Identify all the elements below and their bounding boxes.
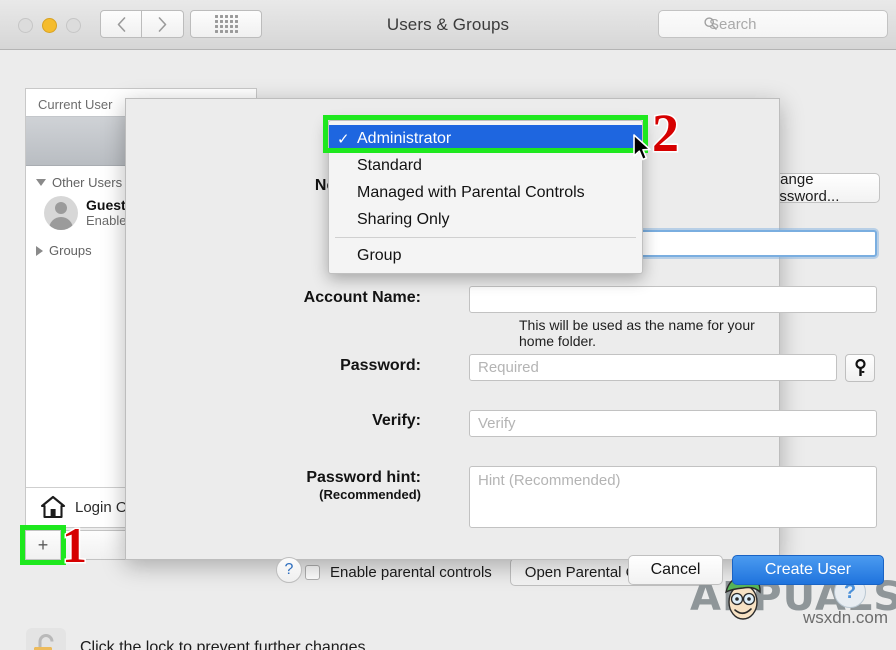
menu-item-sharing-only[interactable]: Sharing Only	[329, 206, 642, 233]
annotation-highlight-add-button	[20, 525, 66, 565]
menu-item-label: Group	[357, 246, 402, 264]
account-name-label: Account Name:	[303, 289, 421, 306]
disclosure-triangle-down-icon[interactable]	[36, 179, 46, 186]
enable-parental-controls-checkbox[interactable]	[305, 564, 320, 580]
window-titlebar: Users & Groups Search	[0, 0, 896, 50]
sidebar-group-label: Other Users	[52, 175, 123, 190]
verify-input[interactable]: Verify	[469, 410, 877, 437]
password-label-row: Password:	[216, 357, 421, 375]
enable-parental-controls-label: Enable parental controls	[330, 563, 492, 581]
users-and-groups-window: Users & Groups Search Change Password...…	[0, 0, 896, 650]
verify-label-row: Verify:	[216, 412, 421, 430]
user-avatar-icon	[44, 196, 78, 230]
account-name-input[interactable]	[469, 286, 877, 313]
watermark-domain: wsxdn.com	[802, 608, 888, 627]
menu-item-label: Standard	[357, 156, 422, 174]
password-input[interactable]: Required	[469, 354, 837, 381]
home-folder-helper-text: This will be used as the name for your h…	[519, 317, 755, 349]
help-button[interactable]: ?	[276, 557, 302, 583]
menu-item-label: Managed with Parental Controls	[357, 183, 585, 201]
home-icon	[40, 495, 66, 519]
account-name-label-row: Account Name:	[216, 289, 421, 307]
search-field[interactable]: Search	[658, 10, 888, 38]
annotation-number-one: 1	[61, 517, 89, 573]
cancel-button[interactable]: Cancel	[628, 555, 723, 585]
password-assistant-button[interactable]	[845, 354, 875, 382]
create-user-button[interactable]: Create User	[732, 555, 884, 585]
search-icon	[704, 17, 717, 30]
annotation-number-two: 2	[651, 103, 681, 163]
password-hint-sublabel: (Recommended)	[319, 487, 421, 502]
unlocked-padlock-icon[interactable]	[26, 628, 66, 650]
lock-row: Click the lock to prevent further change…	[26, 628, 370, 650]
password-hint-label-row: Password hint: (Recommended)	[216, 469, 421, 502]
key-icon	[854, 359, 866, 376]
menu-item-label: Sharing Only	[357, 210, 450, 228]
annotation-highlight-administrator	[323, 115, 648, 153]
lock-instruction-text: Click the lock to prevent further change…	[80, 639, 370, 650]
menu-separator	[335, 237, 636, 238]
password-label: Password:	[340, 357, 421, 374]
window-content: Change Password... Current User Other Us…	[0, 50, 896, 650]
mouse-cursor-icon	[633, 134, 651, 161]
menu-item-standard[interactable]: Standard	[329, 152, 642, 179]
password-hint-input[interactable]: Hint (Recommended)	[469, 466, 877, 528]
sidebar-group-label: Groups	[49, 243, 92, 258]
verify-label: Verify:	[372, 412, 421, 429]
password-hint-label: Password hint:	[306, 469, 421, 486]
menu-item-group[interactable]: Group	[329, 242, 642, 269]
disclosure-triangle-right-icon[interactable]	[36, 245, 43, 256]
menu-item-managed-with-parental-controls[interactable]: Managed with Parental Controls	[329, 179, 642, 206]
